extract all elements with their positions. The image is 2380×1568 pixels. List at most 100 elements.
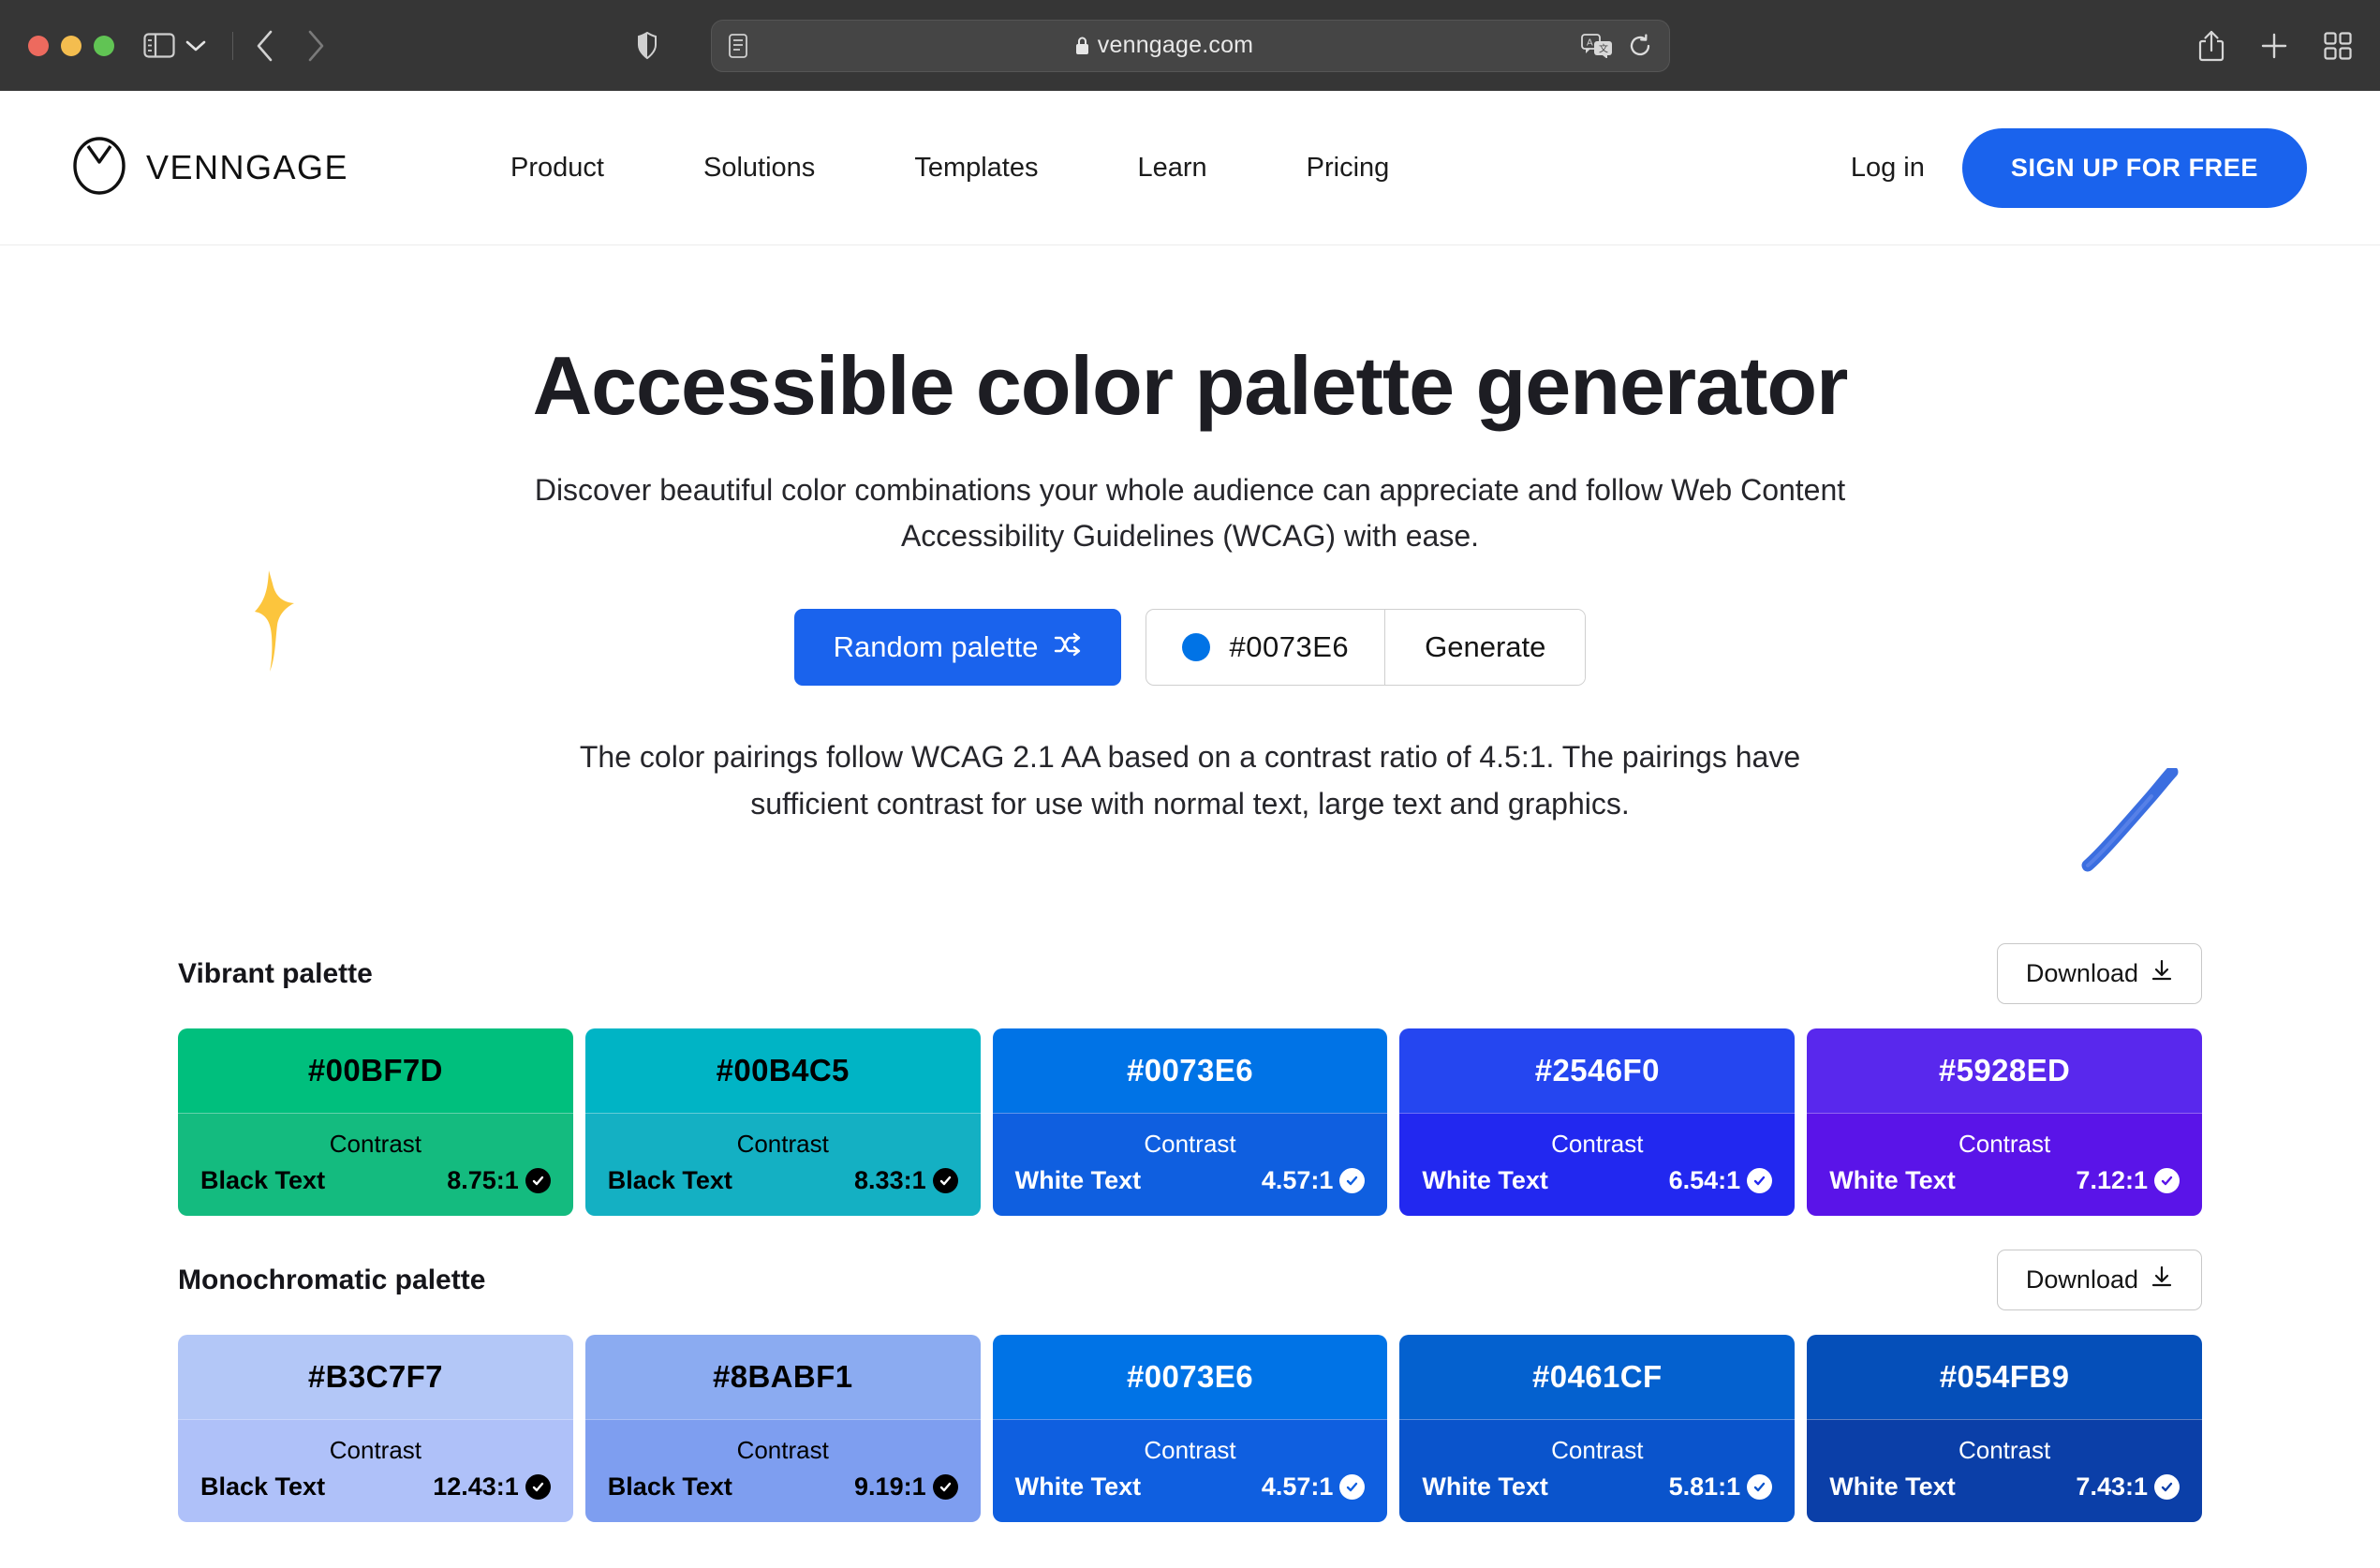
swatch-contrast-info: Contrast White Text 5.81:1	[1399, 1419, 1796, 1523]
share-icon[interactable]	[2198, 30, 2225, 62]
minimize-window-button[interactable]	[61, 35, 81, 56]
swatch-hex-label: #00BF7D	[178, 1028, 573, 1114]
primary-nav-links: Product Solutions Templates Learn Pricin…	[461, 153, 1439, 184]
hex-color-input[interactable]: #0073E6	[1146, 610, 1384, 685]
forward-arrow-icon[interactable]	[293, 27, 338, 65]
contrast-label: Contrast	[1144, 1130, 1236, 1159]
text-mode-label: Black Text	[607, 1166, 732, 1195]
generate-button[interactable]: Generate	[1384, 609, 1586, 685]
color-swatch-card[interactable]: #0073E6 Contrast White Text 4.57:1	[992, 1028, 1388, 1217]
venngage-mark-icon	[73, 136, 126, 200]
address-bar[interactable]: venngage.com A文	[637, 19, 1670, 72]
color-swatch-card[interactable]: #00B4C5 Contrast Black Text 8.33:1	[584, 1028, 981, 1217]
text-mode-label: White Text	[1014, 1166, 1142, 1195]
download-button-monochromatic[interactable]: Download	[1996, 1250, 2202, 1311]
nav-link-templates[interactable]: Templates	[865, 153, 1087, 184]
text-mode-label: Black Text	[607, 1472, 732, 1501]
back-arrow-icon[interactable]	[243, 27, 288, 65]
color-swatch-card[interactable]: #2546F0 Contrast White Text 6.54:1	[1399, 1028, 1796, 1217]
page-title: Accessible color palette generator	[532, 339, 1849, 432]
contrast-ratio-value: 6.54:1	[1668, 1166, 1741, 1195]
tab-overview-icon[interactable]	[2324, 31, 2352, 60]
contrast-ratio-value: 4.57:1	[1261, 1166, 1334, 1195]
contrast-label: Contrast	[1144, 1436, 1236, 1465]
swatch-contrast-info: Contrast White Text 4.57:1	[992, 1419, 1388, 1523]
color-swatch-card[interactable]: #0073E6 Contrast White Text 4.57:1	[992, 1335, 1388, 1523]
random-palette-button[interactable]: Random palette	[793, 608, 1122, 686]
pass-check-icon	[525, 1168, 551, 1194]
palette-title-monochromatic: Monochromatic palette	[178, 1264, 486, 1295]
lock-icon	[1074, 36, 1090, 56]
contrast-label: Contrast	[736, 1130, 829, 1159]
signup-button[interactable]: SIGN UP FOR FREE	[1961, 127, 2307, 208]
venngage-logo[interactable]: VENNGAGE	[73, 136, 348, 200]
contrast-label: Contrast	[1958, 1130, 2051, 1159]
nav-link-learn[interactable]: Learn	[1087, 153, 1256, 184]
maximize-window-button[interactable]	[94, 35, 114, 56]
hex-value-text: #0073E6	[1229, 629, 1350, 663]
palette-block-monochromatic: Monochromatic palette Download #B3C7F7 Co…	[178, 1250, 2202, 1523]
contrast-label: Contrast	[329, 1130, 422, 1159]
reader-view-icon[interactable]	[728, 33, 747, 58]
translate-icon[interactable]: A文	[1580, 33, 1613, 58]
contrast-ratio-value: 12.43:1	[433, 1472, 519, 1501]
shuffle-icon	[1054, 630, 1082, 664]
pass-check-icon	[932, 1168, 958, 1194]
download-icon	[2151, 959, 2173, 988]
login-link[interactable]: Log in	[1851, 153, 1925, 184]
color-swatch-card[interactable]: #0461CF Contrast White Text 5.81:1	[1399, 1335, 1796, 1523]
url-display[interactable]: venngage.com	[747, 32, 1581, 59]
swatch-row-vibrant: #00BF7D Contrast Black Text 8.75:1 #00B4C5 Co…	[178, 1028, 2202, 1217]
contrast-ratio-value: 8.75:1	[447, 1166, 519, 1195]
svg-text:A: A	[1587, 37, 1593, 48]
download-label: Download	[2025, 959, 2138, 988]
contrast-ratio-value: 5.81:1	[1668, 1472, 1741, 1501]
color-swatch-card[interactable]: #B3C7F7 Contrast Black Text 12.43:1	[178, 1335, 573, 1523]
swatch-hex-label: #8BABF1	[584, 1335, 981, 1420]
swatch-hex-label: #2546F0	[1399, 1028, 1796, 1114]
text-mode-label: White Text	[1422, 1166, 1548, 1195]
browser-toolbar: venngage.com A文	[0, 0, 2380, 91]
hero-section: Accessible color palette generator Disco…	[0, 245, 2380, 872]
contrast-label: Contrast	[329, 1436, 422, 1465]
text-mode-label: White Text	[1829, 1472, 1956, 1501]
pass-check-icon	[525, 1474, 551, 1501]
contrast-label: Contrast	[1958, 1436, 2051, 1465]
sidebar-toggle-icon[interactable]	[140, 32, 178, 60]
color-swatch-card[interactable]: #054FB9 Contrast White Text 7.43:1	[1807, 1335, 2202, 1523]
pass-check-icon	[1339, 1474, 1366, 1501]
swatch-hex-label: #B3C7F7	[178, 1335, 573, 1420]
nav-link-product[interactable]: Product	[461, 153, 654, 184]
nav-link-pricing[interactable]: Pricing	[1257, 153, 1440, 184]
contrast-label: Contrast	[1551, 1436, 1644, 1465]
url-text: venngage.com	[1097, 32, 1254, 58]
color-preview-swatch[interactable]	[1182, 632, 1211, 661]
swatch-hex-label: #054FB9	[1807, 1335, 2202, 1420]
plus-icon[interactable]	[2260, 32, 2288, 60]
toolbar-divider	[232, 31, 233, 60]
nav-link-solutions[interactable]: Solutions	[654, 153, 865, 184]
svg-text:文: 文	[1599, 42, 1608, 54]
palette-controls: Random palette #0073E6 Generate	[0, 608, 2380, 686]
palette-title-vibrant: Vibrant palette	[178, 957, 373, 989]
text-mode-label: White Text	[1422, 1472, 1548, 1501]
text-mode-label: Black Text	[200, 1166, 326, 1195]
swatch-contrast-info: Contrast White Text 4.57:1	[992, 1113, 1388, 1217]
swatch-contrast-info: Contrast White Text 7.12:1	[1807, 1113, 2202, 1217]
chevron-down-icon[interactable]	[184, 34, 208, 58]
color-swatch-card[interactable]: #00BF7D Contrast Black Text 8.75:1	[178, 1028, 573, 1217]
color-swatch-card[interactable]: #5928ED Contrast White Text 7.12:1	[1807, 1028, 2202, 1217]
close-window-button[interactable]	[28, 35, 49, 56]
swatch-hex-label: #0461CF	[1399, 1335, 1796, 1420]
download-button-vibrant[interactable]: Download	[1996, 943, 2202, 1005]
privacy-shield-icon[interactable]	[637, 31, 658, 60]
contrast-ratio-value: 7.12:1	[2076, 1166, 2148, 1195]
color-swatch-card[interactable]: #8BABF1 Contrast Black Text 9.19:1	[584, 1335, 981, 1523]
reload-icon[interactable]	[1628, 33, 1652, 58]
pass-check-icon	[2153, 1474, 2180, 1501]
wcag-note: The color pairings follow WCAG 2.1 AA ba…	[579, 739, 1801, 821]
contrast-label: Contrast	[1551, 1130, 1644, 1159]
palettes-section: Vibrant palette Download #00BF7D Contrast…	[0, 943, 2380, 1523]
swatch-hex-label: #0073E6	[992, 1335, 1388, 1420]
download-label: Download	[2025, 1265, 2138, 1294]
